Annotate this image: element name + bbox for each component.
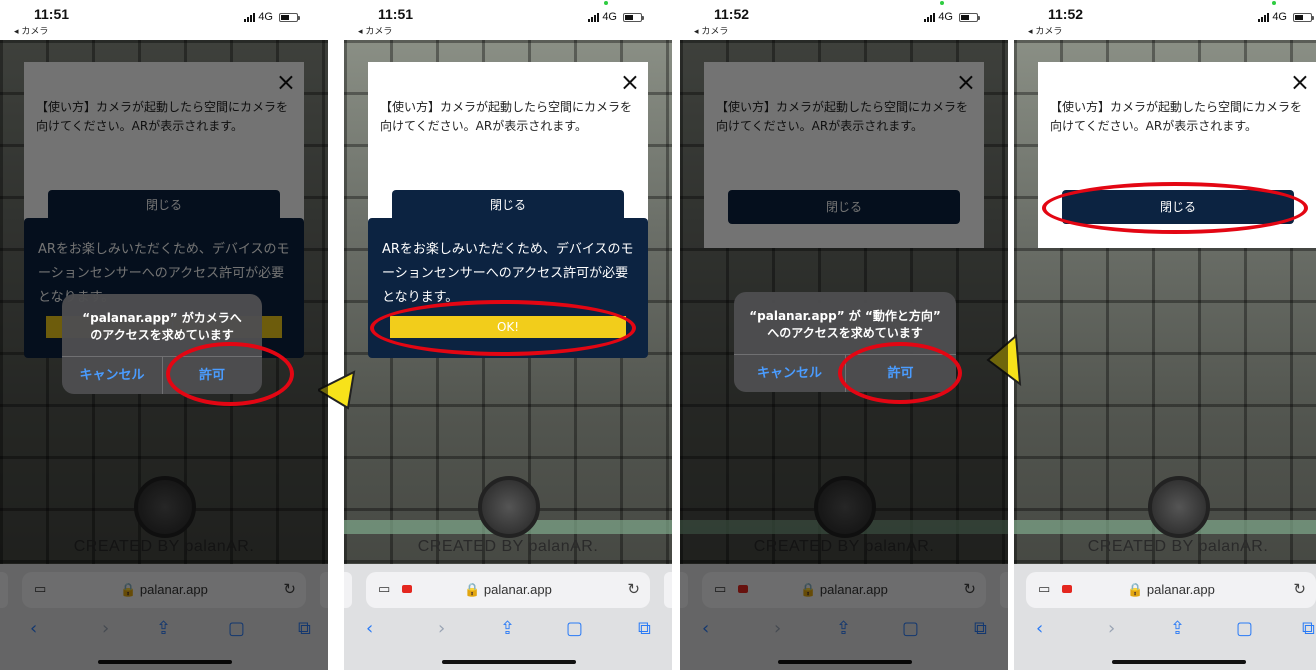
nav-row: ‹ › ⇪ ▢ ⧉ (1014, 618, 1316, 644)
cancel-button[interactable]: キャンセル (734, 362, 845, 381)
status-indicators: 4G (588, 11, 644, 23)
battery-icon (959, 12, 980, 22)
signal-icon (1258, 12, 1270, 22)
next-tab-pill (664, 572, 672, 608)
shutter-button[interactable] (1148, 476, 1210, 538)
network-label: 4G (602, 11, 617, 23)
battery-icon (623, 12, 644, 22)
forward-icon[interactable]: › (1108, 618, 1115, 639)
phone-screen-2: 11:51 ◂ カメラ 4G CREATED BY palanAR. × 【使い… (344, 0, 672, 670)
status-indicators: 4G (924, 11, 980, 23)
tabs-icon[interactable]: ⧉ (1302, 618, 1315, 639)
alert-title: “palanar.app” が “動作と方向” へのアクセスを求めています (749, 309, 941, 340)
battery-icon (279, 12, 300, 22)
close-icon[interactable]: × (1290, 68, 1310, 96)
bookmarks-icon[interactable]: ▢ (1236, 618, 1253, 639)
share-icon[interactable]: ⇪ (1170, 618, 1185, 639)
highlight-ring (166, 342, 294, 406)
created-by-label: CREATED BY palanAR. (1087, 538, 1269, 555)
status-time: 11:51 (34, 6, 70, 22)
battery-icon (1293, 12, 1314, 22)
address-bar[interactable]: ▭ 🔒 palanar.app ↻ (366, 572, 650, 608)
status-indicators: 4G (1258, 11, 1314, 23)
alert-title: “palanar.app” がカメラへのアクセスを求めています (82, 311, 242, 342)
close-button[interactable]: 閉じる (392, 190, 624, 220)
browser-toolbar: ▭ 🔒 palanar.app ↻ ‹ › ⇪ ▢ ⧉ (344, 564, 672, 670)
lock-icon: 🔒 (1127, 582, 1144, 597)
signal-icon (588, 12, 600, 22)
cancel-button[interactable]: キャンセル (62, 364, 162, 383)
url-text: 🔒 palanar.app (366, 582, 650, 598)
mic-indicator-icon (1272, 1, 1276, 5)
address-bar[interactable]: ▭ 🔒 palanar.app ↻ (1026, 572, 1316, 608)
status-bar: 11:52 ◂ カメラ 4G (680, 0, 1008, 40)
status-time: 11:51 (378, 6, 414, 22)
forward-icon[interactable]: › (438, 618, 445, 639)
close-icon[interactable]: × (620, 68, 640, 96)
bookmarks-icon[interactable]: ▢ (566, 618, 583, 639)
highlight-ring (1042, 182, 1308, 234)
tabs-icon[interactable]: ⧉ (638, 618, 651, 639)
back-to-camera-link[interactable]: ◂ カメラ (1028, 24, 1062, 37)
phone-screen-1: 11:51 ◂ カメラ 4G CREATED BY palanAR. × 【使い… (0, 0, 328, 670)
status-bar: 11:51 ◂ カメラ 4G (344, 0, 672, 40)
status-indicators: 4G (244, 11, 300, 23)
reload-icon[interactable]: ↻ (1293, 580, 1306, 598)
home-indicator (1112, 660, 1246, 664)
status-time: 11:52 (714, 6, 750, 22)
back-icon[interactable]: ‹ (366, 618, 373, 639)
phone-screen-3: 11:52 ◂ カメラ 4G CREATED BY palanAR. × 【使い… (680, 0, 1008, 670)
url-label: palanar.app (1146, 582, 1215, 597)
mic-indicator-icon (940, 1, 944, 5)
prev-tab-pill (344, 572, 352, 608)
network-label: 4G (1272, 11, 1287, 23)
status-bar: 11:51 ◂ カメラ 4G (0, 0, 328, 40)
created-by-label: CREATED BY palanAR. (417, 538, 599, 555)
url-text: 🔒 palanar.app (1026, 582, 1316, 598)
back-to-camera-link[interactable]: ◂ カメラ (14, 24, 48, 37)
tutorial-screenshots: 11:51 ◂ カメラ 4G CREATED BY palanAR. × 【使い… (0, 0, 1316, 670)
signal-icon (244, 12, 256, 22)
back-to-camera-link[interactable]: ◂ カメラ (358, 24, 392, 37)
network-label: 4G (938, 11, 953, 23)
mic-indicator-icon (604, 1, 608, 5)
highlight-ring (370, 300, 636, 356)
back-to-camera-link[interactable]: ◂ カメラ (694, 24, 728, 37)
phone-screen-4: 11:52 ◂ カメラ 4G CREATED BY palanAR. × 【使い… (1014, 0, 1316, 670)
url-label: palanar.app (483, 582, 552, 597)
instruction-text: 【使い方】カメラが起動したら空間にカメラを向けてください。ARが表示されます。 (380, 100, 633, 133)
reload-icon[interactable]: ↻ (627, 580, 640, 598)
shutter-button[interactable] (478, 476, 540, 538)
highlight-ring (838, 342, 962, 404)
browser-toolbar: ▭ 🔒 palanar.app ↻ ‹ › ⇪ ▢ ⧉ (1014, 564, 1316, 670)
share-icon[interactable]: ⇪ (500, 618, 515, 639)
back-icon[interactable]: ‹ (1036, 618, 1043, 639)
home-indicator (442, 660, 576, 664)
instruction-text: 【使い方】カメラが起動したら空間にカメラを向けてください。ARが表示されます。 (1050, 100, 1303, 133)
signal-icon (924, 12, 936, 22)
network-label: 4G (258, 11, 273, 23)
nav-row: ‹ › ⇪ ▢ ⧉ (344, 618, 672, 644)
status-bar: 11:52 ◂ カメラ 4G (1014, 0, 1316, 40)
lock-icon: 🔒 (464, 582, 481, 597)
status-time: 11:52 (1048, 6, 1084, 22)
